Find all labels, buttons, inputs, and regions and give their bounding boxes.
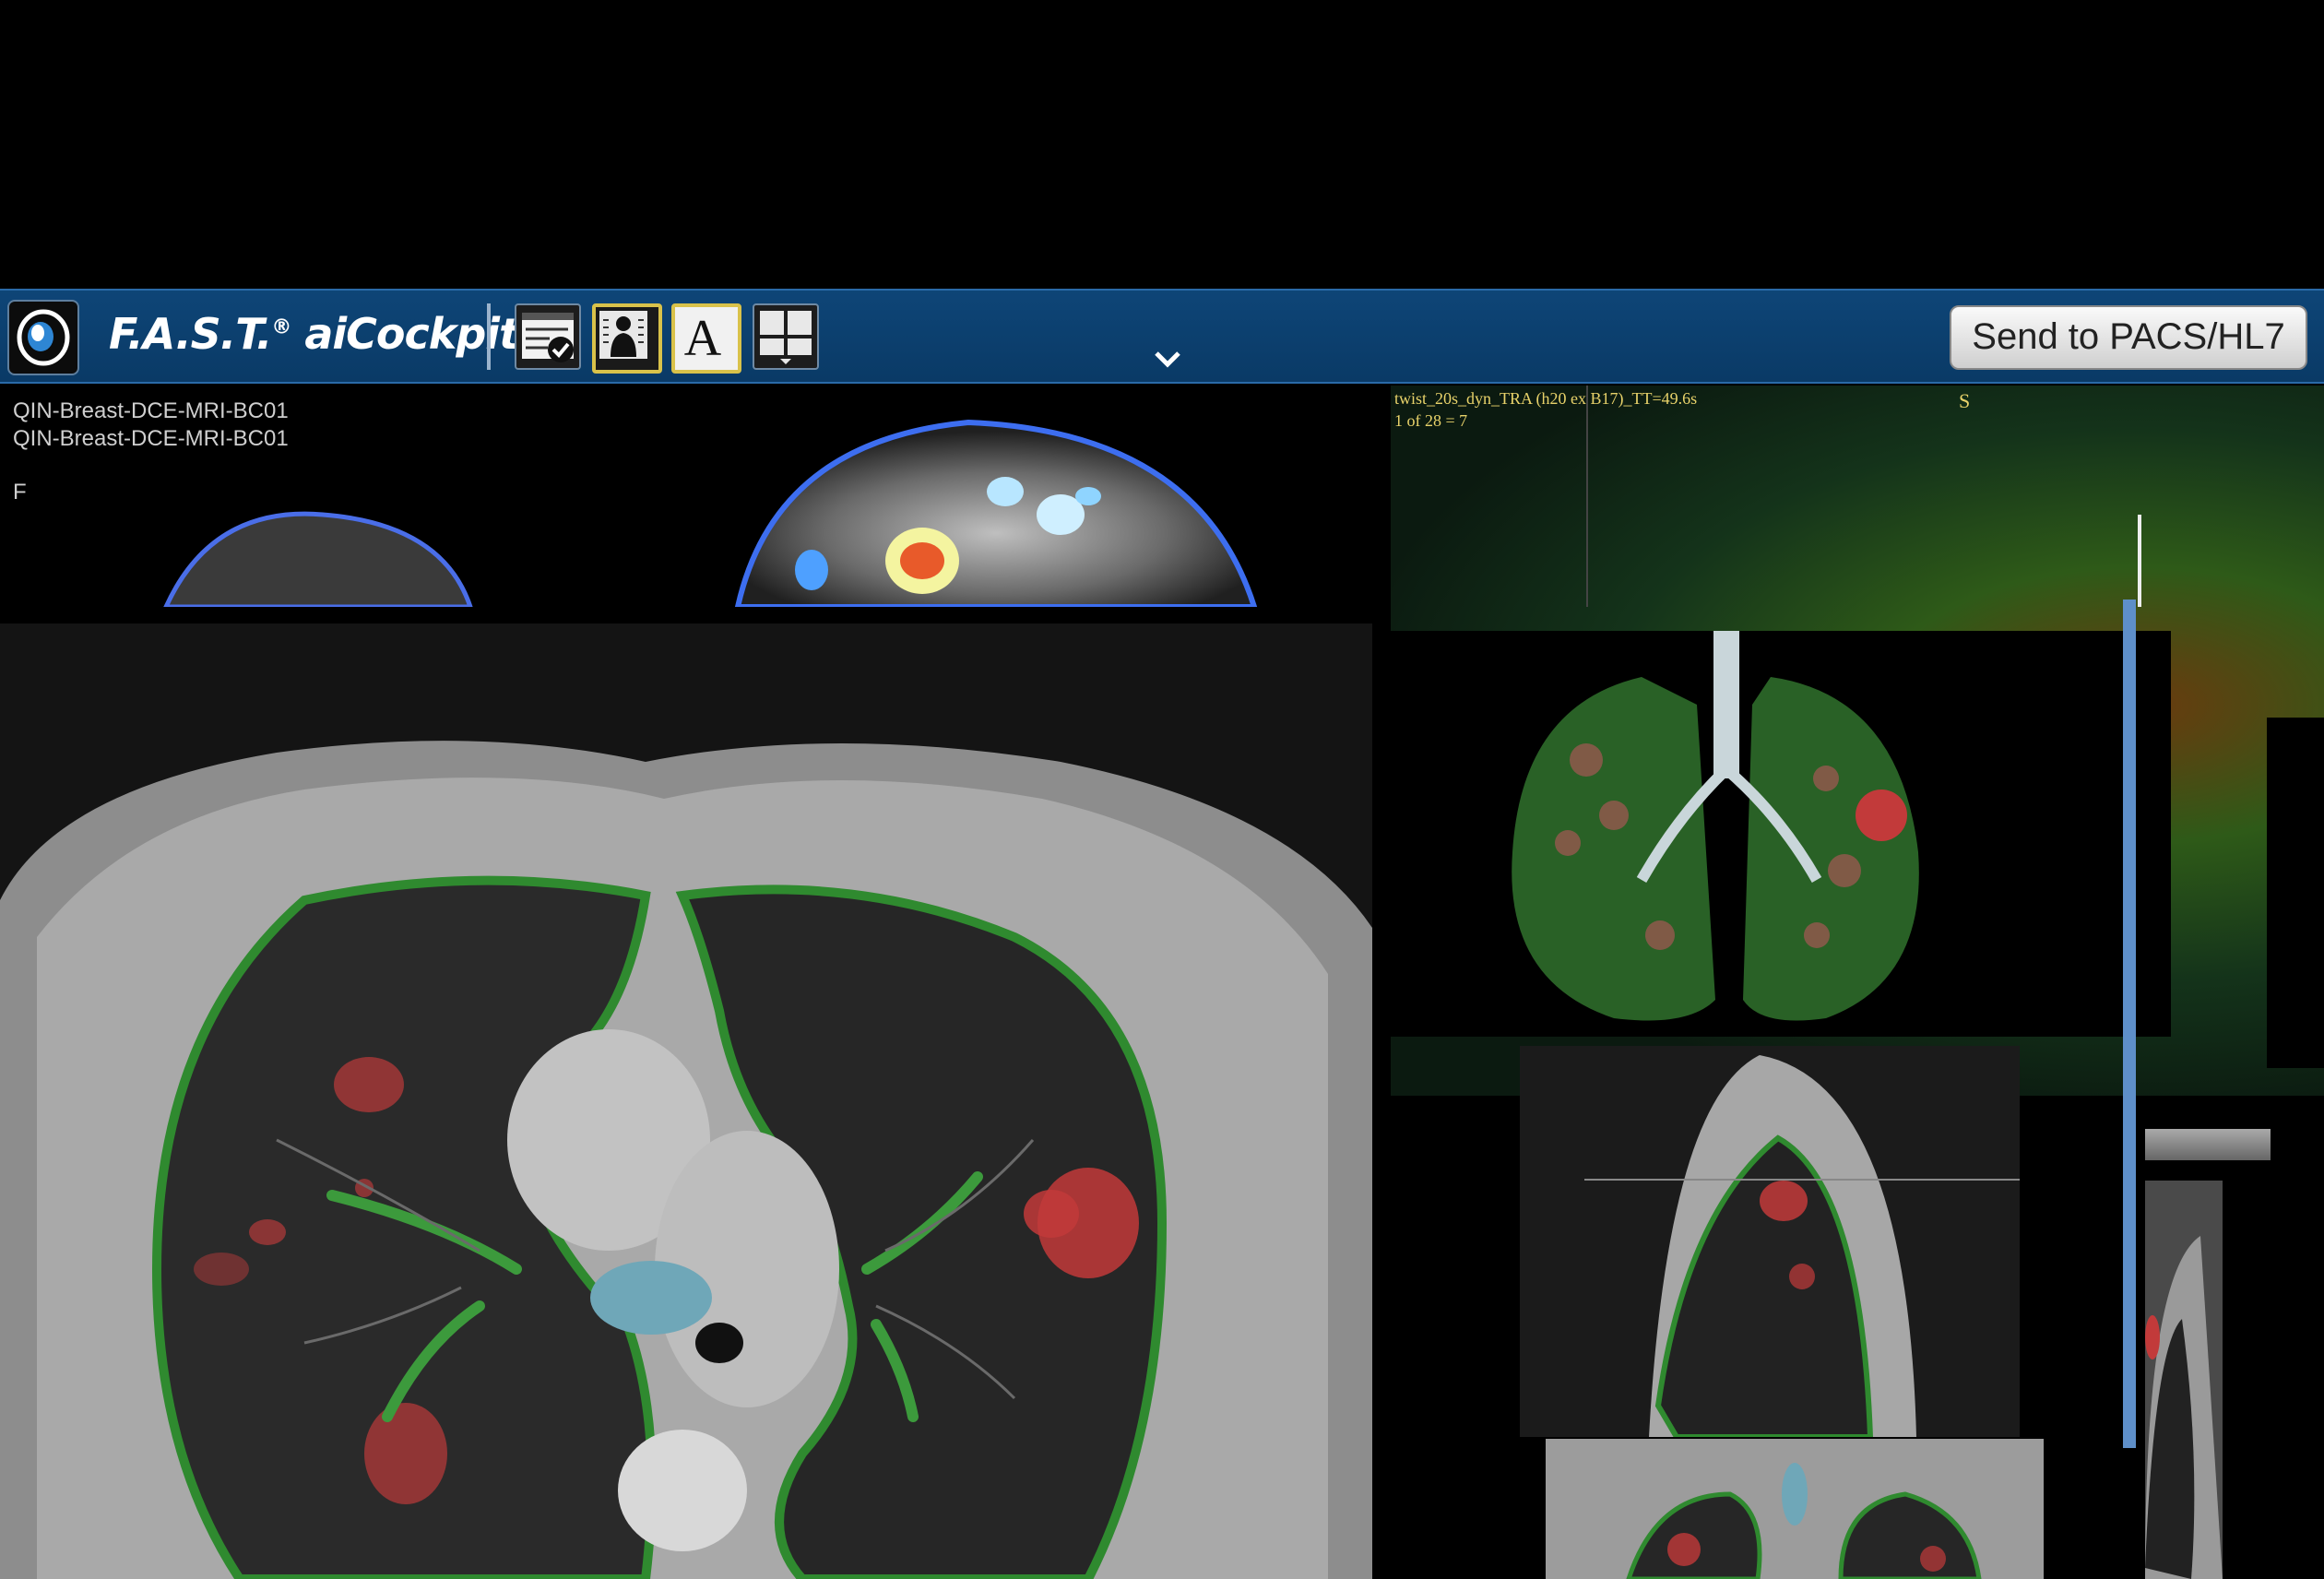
app-brand: F.A.S.T.® aiCockpit® <box>109 309 539 359</box>
coronal-ct-viewport[interactable] <box>1546 1439 2044 1579</box>
checklist-button[interactable] <box>515 303 581 370</box>
sagittal-ct-viewport[interactable] <box>1520 1046 2020 1437</box>
send-to-pacs-button[interactable]: Send to PACS/HL7 <box>1950 305 2307 370</box>
toolbar-divider <box>487 303 491 370</box>
patient-button[interactable] <box>592 303 662 374</box>
sagittal-ct-image <box>1520 1046 2020 1437</box>
axial-ct-viewport[interactable] <box>0 623 1372 1579</box>
layout-icon <box>760 311 812 364</box>
layout-button[interactable] <box>753 303 819 370</box>
sagittal-strip-image <box>2145 1181 2223 1579</box>
coronal-ct-image <box>1546 1439 2044 1579</box>
top-toolbar: F.A.S.T.® aiCockpit® A <box>0 289 2324 384</box>
text-annotation-button[interactable]: A <box>671 303 741 374</box>
scroll-handle[interactable] <box>2145 1129 2271 1160</box>
brand-name: F.A.S.T. <box>109 309 272 359</box>
logo-icon[interactable] <box>7 300 79 375</box>
patient-icon <box>599 311 647 359</box>
checklist-icon <box>522 313 574 362</box>
mri-viewport[interactable]: QIN-Breast-DCE-MRI-BC01 QIN-Breast-DCE-M… <box>0 386 1383 607</box>
viewport-divider-bar[interactable] <box>2123 600 2136 1448</box>
crosshair-line <box>1586 386 1588 607</box>
chevron-down-icon[interactable] <box>1151 346 1184 374</box>
orientation-label-s: S <box>1959 389 1971 412</box>
sagittal-strip-viewport[interactable] <box>2145 1181 2223 1579</box>
3d-lung-image <box>1383 631 2171 1037</box>
series-label: twist_20s_dyn_TRA (h20 ex B17)_TT=49.6s <box>1394 389 1698 408</box>
3d-lung-rendering-viewport[interactable] <box>1383 631 2171 1037</box>
text-tool-icon: A <box>684 310 722 367</box>
axial-ct-image <box>0 623 1372 1579</box>
frame-label: 1 of 28 = 7 <box>1394 411 1468 430</box>
breast-mri-image <box>163 419 1258 607</box>
perfusion-mask <box>2267 718 2324 1068</box>
marker-line <box>2138 515 2141 607</box>
svg-text:A: A <box>684 310 722 362</box>
registered-mark: ® <box>271 315 291 339</box>
